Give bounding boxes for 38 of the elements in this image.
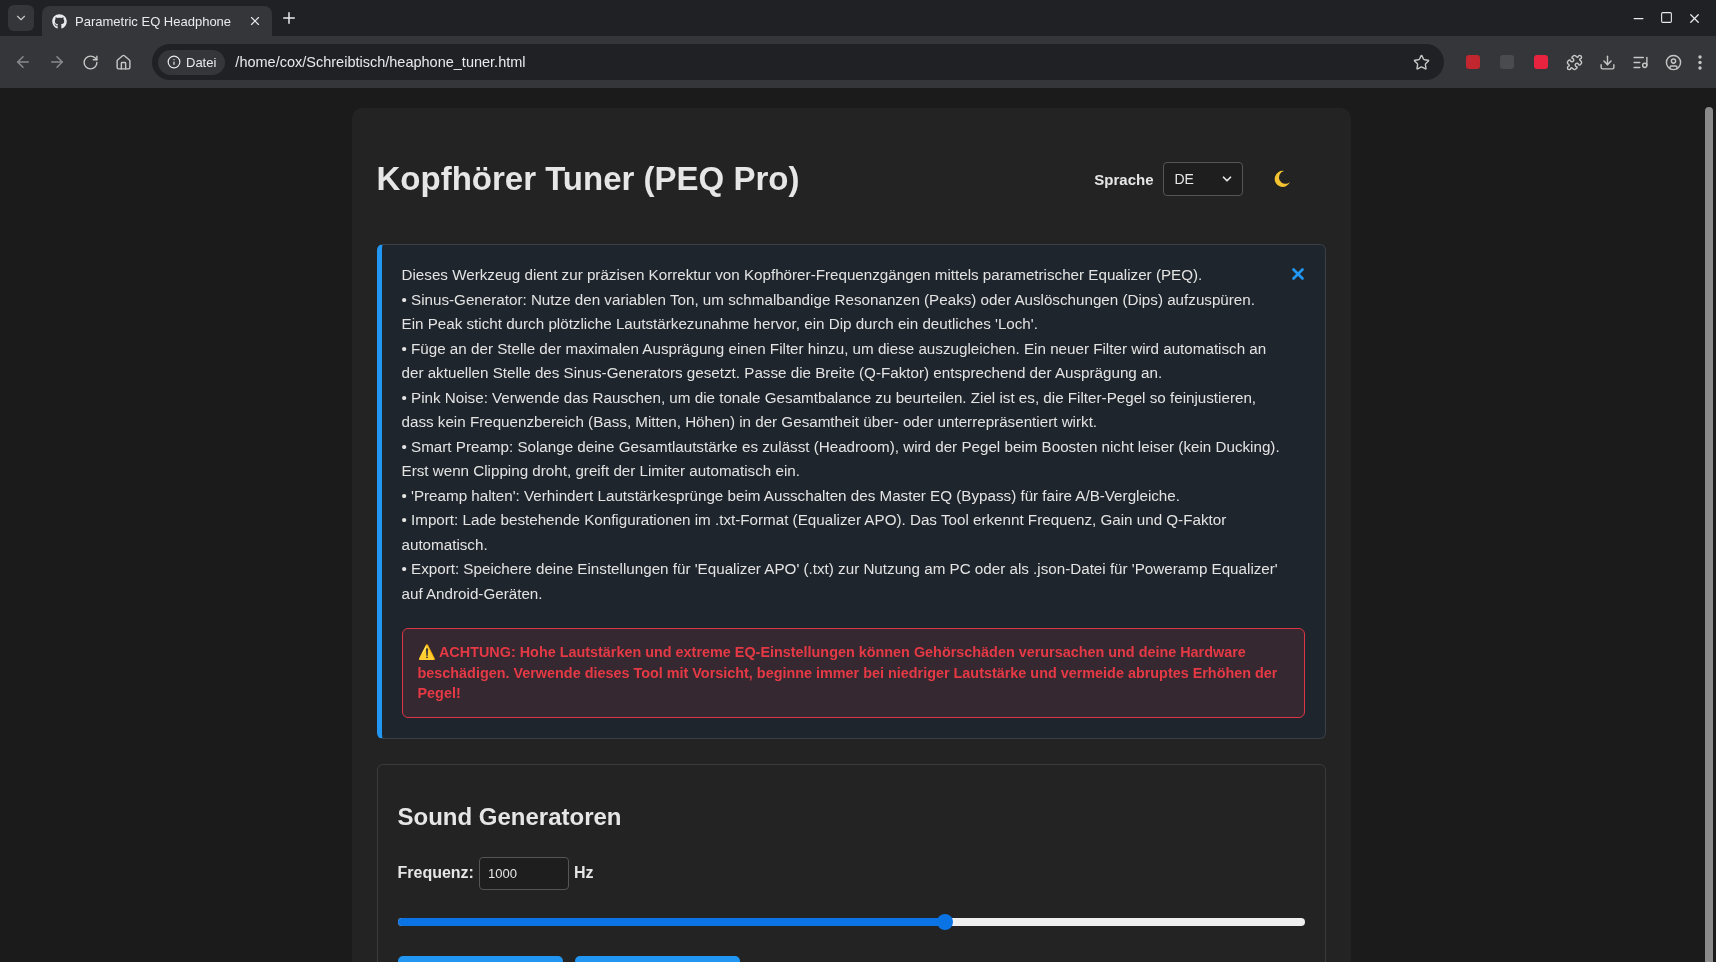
info-text: • Füge an der Stelle der maximalen Ausprägung einen Filter hinzu, um diese auszugleichen. Ein neuer Filter wird automatisch an der aktuellen Stelle des Sinus-Generators gesetzt. Passe die Breite (Q-Faktor) entsprechend der Ausprägung an. <box>401 338 1268 383</box>
forward-arrow-icon <box>48 53 66 71</box>
info-text: • Sinus-Generator: Nutze den variablen Ton, um schmalbandige Resonanzen (Peaks) oder Auslöschungen (Dips) aufzuspüren. <box>401 289 1256 310</box>
puzzle-icon <box>1566 53 1583 71</box>
maximize-icon[interactable] <box>1660 10 1673 24</box>
site-info-button[interactable]: Datei <box>158 49 226 75</box>
section-title: Sound Generatoren <box>397 802 623 831</box>
menu-icon <box>1698 54 1702 70</box>
download-icon <box>1599 53 1616 71</box>
tab-list-button[interactable] <box>8 5 34 31</box>
info-text: • Pink Noise: Verwende das Rauschen, um die tonale Gesamtbalance zu beurteilen. Ziel ist es, die Filter-Pegel so feinjustieren, dass kein Frequenzbereich (Bass, Mitten, Höhen) in der Gesamtheit über- oder unterrepräsentiert wirkt. <box>401 387 1258 432</box>
info-text: • Import: Lade bestehende Konfigurationen im .txt-Format (Equalizer APO). Das Tool erkennt Frequenz, Gain und Q-Faktor automatisch. <box>401 510 1228 555</box>
reload-icon <box>82 53 99 71</box>
address-bar[interactable]: Datei /home/cox/Schreibtisch/heaphone_tuner.html <box>152 44 1444 80</box>
scrollbar-thumb[interactable] <box>1705 107 1713 962</box>
language-select[interactable]: DE <box>1162 162 1243 196</box>
info-text: • Export: Speichere deine Einstellungen für 'Equalizer APO' (.txt) zur Nutzung am PC oder als .json-Datei für 'Poweramp Equalizer' auf Android-Geräten. <box>401 559 1279 604</box>
page-title: Kopfhörer Tuner (PEQ Pro) <box>376 160 800 198</box>
info-icon <box>167 55 181 69</box>
info-text: Dieses Werkzeug dient zur präzisen Korrektur von Kopfhörer-Frequenzgängen mittels parametrischer Equalizer (PEQ). <box>401 265 1204 285</box>
tab-title: Parametric EQ Headphone <box>75 13 233 29</box>
frequency-input[interactable]: 1000 <box>478 856 569 890</box>
url-text: /home/cox/Schreibtisch/heaphone_tuner.html <box>235 54 527 70</box>
language-label: Sprache <box>1094 170 1154 188</box>
profile-icon <box>1665 53 1682 71</box>
slider-thumb[interactable] <box>937 913 954 930</box>
unit-label: Hz <box>573 864 594 882</box>
info-text: Ein Peak sticht durch plötzliche Lautstärkezunahme hervor, ein Dip durch ein deutliches 'Loch'. <box>401 314 1039 334</box>
home-icon <box>115 53 132 71</box>
bookmark-star-icon[interactable] <box>1413 53 1430 71</box>
new-tab-icon[interactable] <box>280 9 298 27</box>
browser-tab[interactable]: Parametric EQ Headphone <box>42 6 272 36</box>
frequency-label: Frequenz: <box>397 864 474 882</box>
close-tab-icon[interactable] <box>248 14 262 28</box>
info-text: • 'Preamp halten': Verhindert Lautstärkesprünge beim Ausschalten des Master EQ (Bypass) für faire A/B-Vergleiche. <box>401 485 1181 506</box>
warning-message: ⚠ ACHTUNG: Hohe Lautstärken und extreme EQ-Einstellungen können Gehörschäden verursachen und deine Hardware beschädigen. Verwende dieses Tool mit Vorsicht, beginne immer bei niedriger Lautstärke und vermeide abruptes Erhöhen der Pegel! <box>401 628 1305 718</box>
info-text: • Smart Preamp: Solange deine Gesamtlautstärke es zulässt (Headroom), wird der Pegel beim Boosten nicht leiser (kein Ducking). Erst wenn Clipping droht, greift der Limiter automatisch ein. <box>401 436 1281 481</box>
github-icon <box>52 13 67 29</box>
